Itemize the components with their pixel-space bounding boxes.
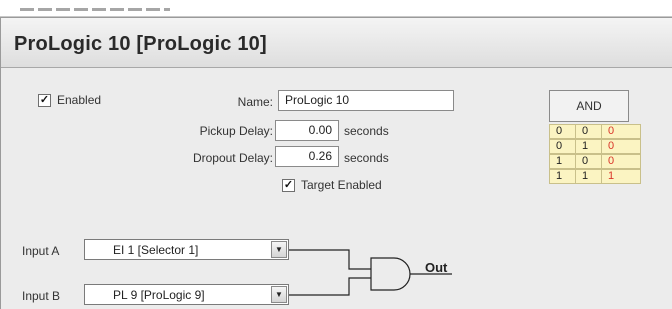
prologic-dialog: ProLogic 10 [ProLogic 10] ✓ Enabled Name… bbox=[0, 17, 672, 309]
check-icon: ✓ bbox=[283, 179, 294, 191]
truth-cell-out: 0 bbox=[601, 139, 641, 154]
name-field[interactable]: ProLogic 10 bbox=[278, 90, 454, 111]
input-a-value: EI 1 [Selector 1] bbox=[113, 243, 199, 257]
truth-cell-b: 0 bbox=[575, 124, 602, 139]
truth-table-row: 0 0 0 bbox=[549, 124, 672, 139]
truth-cell-b: 0 bbox=[575, 154, 602, 169]
and-gate-icon bbox=[370, 257, 411, 291]
dropout-delay-label: Dropout Delay: bbox=[192, 151, 273, 165]
truth-cell-out: 0 bbox=[601, 154, 641, 169]
input-b-select[interactable]: PL 9 [ProLogic 9] ▼ bbox=[84, 284, 289, 305]
truth-cell-a: 1 bbox=[549, 154, 576, 169]
triangle-down-icon[interactable]: ▼ bbox=[271, 286, 287, 303]
dialog-header: ProLogic 10 [ProLogic 10] bbox=[1, 18, 672, 68]
dropout-delay-unit: seconds bbox=[344, 151, 389, 165]
truth-cell-out: 0 bbox=[601, 124, 641, 139]
gate-type-label: AND bbox=[549, 90, 629, 122]
input-b-wire bbox=[289, 277, 371, 296]
input-b-value: PL 9 [ProLogic 9] bbox=[113, 288, 205, 302]
truth-cell-a: 1 bbox=[549, 169, 576, 184]
pickup-delay-unit: seconds bbox=[344, 124, 389, 138]
target-enabled-label: Target Enabled bbox=[301, 178, 382, 192]
truth-cell-a: 0 bbox=[549, 124, 576, 139]
truth-cell-b: 1 bbox=[575, 169, 602, 184]
truth-cell-out: 1 bbox=[601, 169, 641, 184]
target-enabled-checkbox[interactable]: ✓ bbox=[282, 179, 295, 192]
check-icon: ✓ bbox=[39, 94, 50, 106]
pickup-delay-label: Pickup Delay: bbox=[199, 124, 273, 138]
dialog-body: ✓ Enabled Name: ProLogic 10 Pickup Delay… bbox=[1, 69, 672, 309]
pickup-delay-field[interactable]: 0.00 bbox=[275, 120, 339, 141]
input-a-select[interactable]: EI 1 [Selector 1] ▼ bbox=[84, 239, 289, 260]
dropout-delay-field[interactable]: 0.26 bbox=[275, 146, 339, 167]
dialog-title: ProLogic 10 [ProLogic 10] bbox=[14, 33, 267, 55]
background-window-strip bbox=[0, 0, 672, 17]
truth-table-row: 1 0 0 bbox=[549, 154, 672, 169]
output-label: Out bbox=[425, 260, 448, 275]
truth-cell-a: 0 bbox=[549, 139, 576, 154]
truth-cell-b: 1 bbox=[575, 139, 602, 154]
background-window-text bbox=[20, 8, 170, 11]
input-a-wire bbox=[289, 249, 371, 270]
truth-table-row: 0 1 0 bbox=[549, 139, 672, 154]
enabled-label: Enabled bbox=[57, 93, 102, 107]
input-a-label: Input A bbox=[22, 244, 60, 258]
truth-table-grid: 0 0 0 0 1 0 1 0 0 1 1 1 bbox=[549, 124, 672, 184]
name-label: Name: bbox=[237, 95, 273, 109]
truth-table-row: 1 1 1 bbox=[549, 169, 672, 184]
triangle-down-icon[interactable]: ▼ bbox=[271, 241, 287, 258]
enabled-checkbox[interactable]: ✓ bbox=[38, 94, 51, 107]
input-b-label: Input B bbox=[22, 289, 61, 303]
